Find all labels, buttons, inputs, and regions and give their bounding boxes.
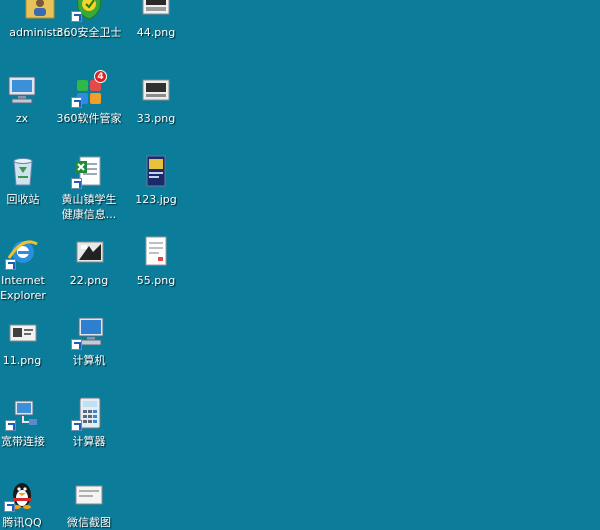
360-software-manager-icon: 4 xyxy=(71,70,107,108)
icon-label: 计算机 xyxy=(72,354,106,367)
shortcut-arrow-icon xyxy=(71,339,82,350)
shortcut-arrow-icon xyxy=(71,97,82,108)
shortcut-arrow-icon xyxy=(5,420,16,431)
360-security-icon xyxy=(71,0,107,22)
desktop-icon-44png[interactable]: 44.png xyxy=(116,0,196,40)
image-file-icon xyxy=(138,72,174,108)
notification-badge: 4 xyxy=(94,70,107,83)
internet-explorer-icon xyxy=(5,234,41,270)
icon-label: 微信截图 2020022... xyxy=(67,516,111,529)
image-file-icon xyxy=(138,0,174,22)
image-file-icon xyxy=(71,234,107,270)
shortcut-arrow-icon xyxy=(71,420,82,431)
shortcut-arrow-icon xyxy=(4,501,15,512)
calculator-icon xyxy=(71,395,107,431)
image-file-icon xyxy=(138,234,174,270)
desktop-icon-computer[interactable]: 计算机 xyxy=(49,314,129,368)
computer-icon xyxy=(71,314,107,350)
icon-label: 计算器 xyxy=(72,435,106,448)
desktop[interactable]: administr... zx 回收站 Internet Explorer 11… xyxy=(0,0,600,530)
recycle-bin-icon xyxy=(5,153,41,189)
icon-label: 123.jpg xyxy=(135,193,177,206)
icon-label: 55.png xyxy=(136,274,176,287)
image-file-icon xyxy=(4,314,40,350)
desktop-icon-123jpg[interactable]: 123.jpg xyxy=(116,153,196,207)
spreadsheet-file-icon xyxy=(71,153,107,189)
desktop-icon-33png[interactable]: 33.png xyxy=(116,72,196,126)
shortcut-arrow-icon xyxy=(5,259,16,270)
shortcut-arrow-icon xyxy=(71,178,82,189)
network-connection-icon xyxy=(5,395,41,431)
image-file-icon xyxy=(71,476,107,512)
computer-icon xyxy=(4,72,40,108)
image-file-icon xyxy=(138,153,174,189)
desktop-icon-55png[interactable]: 55.png xyxy=(116,234,196,288)
qq-penguin-icon xyxy=(4,476,40,512)
shortcut-arrow-icon xyxy=(71,11,82,22)
icon-label: 33.png xyxy=(136,112,176,125)
desktop-icon-calculator[interactable]: 计算器 xyxy=(49,395,129,449)
icon-label: 44.png xyxy=(136,26,176,39)
desktop-icon-wechat-screenshot[interactable]: 微信截图 2020022... xyxy=(49,476,129,530)
